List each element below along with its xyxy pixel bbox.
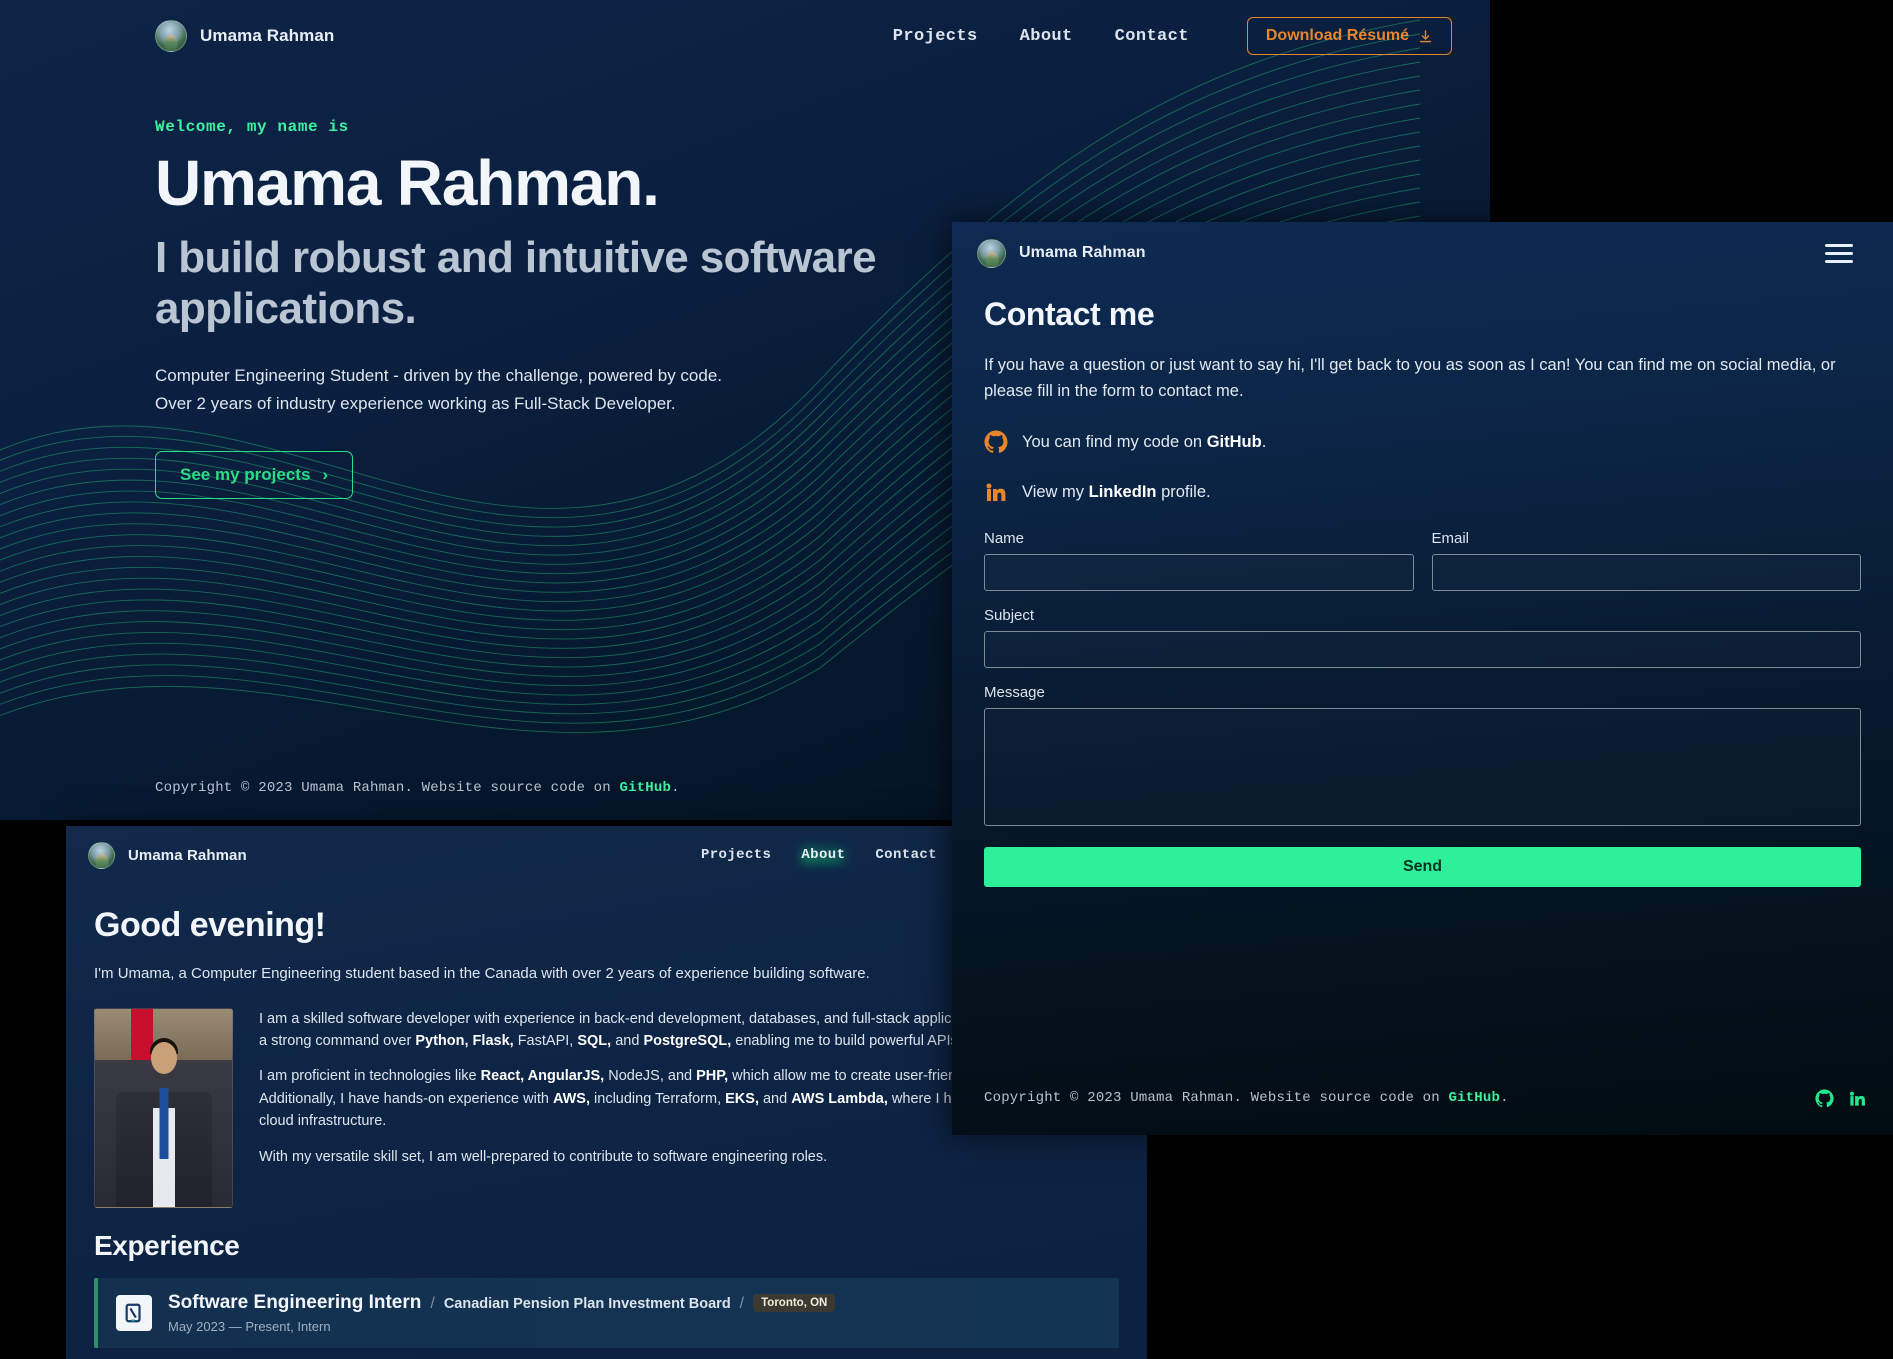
- avatar: [977, 238, 1006, 268]
- contact-footer-social-icons: [1815, 1088, 1867, 1108]
- github-row[interactable]: You can find my code on GitHub.: [984, 430, 1861, 454]
- separator: /: [430, 1294, 435, 1312]
- name-field-group: Name: [984, 530, 1414, 592]
- avatar: [88, 841, 115, 869]
- subject-input[interactable]: [984, 631, 1861, 669]
- name-label: Name: [984, 530, 1025, 548]
- message-field-group: Message: [984, 684, 1861, 831]
- experience-heading: Experience: [94, 1229, 240, 1261]
- download-resume-button[interactable]: Download Résumé: [1246, 17, 1452, 55]
- company-logo-icon: [116, 1294, 152, 1331]
- github-icon: [984, 430, 1008, 454]
- profile-photo: [94, 1007, 233, 1208]
- see-my-projects-label: See my projects: [180, 464, 311, 484]
- hero-name: Umama Rahman.: [155, 147, 660, 219]
- hero-footer-suffix: .: [671, 780, 680, 796]
- chevron-right-icon: ›: [322, 464, 329, 484]
- contact-navbar: Umama Rahman: [952, 222, 1893, 284]
- contact-footer: Copyright © 2023 Umama Rahman. Website s…: [952, 1061, 1893, 1135]
- hero-tagline: I build robust and intuitive software ap…: [155, 233, 877, 333]
- brand-name: Umama Rahman: [128, 846, 247, 864]
- cppib-logo-icon: [125, 1303, 141, 1322]
- hero-description-line2: Over 2 years of industry experience work…: [155, 393, 676, 413]
- brand-name: Umama Rahman: [200, 26, 335, 45]
- nav-link-about[interactable]: About: [801, 847, 845, 863]
- brand-logo-hero[interactable]: Umama Rahman: [155, 20, 334, 52]
- experience-details: Software Engineering Intern / Canadian Pen…: [168, 1291, 836, 1334]
- nav-link-projects[interactable]: Projects: [701, 847, 771, 863]
- brand-name: Umama Rahman: [1019, 244, 1146, 261]
- screen-root: Umama Rahman Projects About Contact Down…: [0, 0, 1893, 1359]
- github-link: GitHub: [1206, 432, 1262, 451]
- contact-footer-github-link[interactable]: GitHub: [1448, 1090, 1500, 1106]
- hero-content: Welcome, my name is Umama Rahman. I buil…: [155, 118, 915, 499]
- subject-label: Subject: [984, 607, 1035, 625]
- send-button[interactable]: Send: [984, 847, 1861, 888]
- nav-link-projects[interactable]: Projects: [893, 27, 978, 46]
- about-paragraph-3: With my versatile skill set, I am well-p…: [259, 1148, 828, 1165]
- linkedin-row-text: View my LinkedIn profile.: [1022, 482, 1211, 501]
- separator: /: [739, 1294, 745, 1312]
- hero-description: Computer Engineering Student - driven by…: [155, 362, 915, 416]
- hero-footer: Copyright © 2023 Umama Rahman. Website s…: [155, 780, 680, 796]
- subject-field-group: Subject: [984, 607, 1861, 669]
- experience-item[interactable]: Software Engineering Intern / Canadian Pen…: [94, 1277, 1119, 1348]
- download-resume-label: Download Résumé: [1265, 27, 1409, 44]
- linkedin-icon: [986, 483, 1006, 502]
- avatar: [155, 20, 187, 52]
- hero-navbar: Umama Rahman Projects About Contact Down…: [0, 0, 1490, 72]
- nav-link-contact[interactable]: Contact: [1115, 27, 1189, 46]
- contact-window: Umama Rahman Contact me If you have a qu…: [952, 222, 1893, 1135]
- experience-meta: May 2023 — Present, Intern: [168, 1318, 331, 1334]
- contact-title: Contact me: [984, 296, 1155, 332]
- message-input[interactable]: [984, 708, 1861, 827]
- linkedin-icon[interactable]: [1848, 1089, 1867, 1108]
- contact-content: Contact me If you have a question or jus…: [952, 284, 1893, 888]
- brand-logo-contact[interactable]: Umama Rahman: [977, 238, 1146, 268]
- github-row-text: You can find my code on GitHub.: [1022, 432, 1267, 451]
- email-input[interactable]: [1431, 554, 1861, 592]
- email-label: Email: [1431, 530, 1470, 548]
- contact-footer-text: Copyright © 2023 Umama Rahman. Website s…: [984, 1090, 1509, 1106]
- linkedin-row[interactable]: View my LinkedIn profile.: [984, 480, 1861, 504]
- download-icon: [1419, 29, 1432, 42]
- experience-company: Canadian Pension Plan Investment Board: [443, 1295, 731, 1312]
- form-row-name-email: Name Email: [984, 530, 1861, 592]
- hero-footer-github-link[interactable]: GitHub: [619, 780, 671, 796]
- hero-eyebrow: Welcome, my name is: [155, 118, 349, 136]
- email-field-group: Email: [1431, 530, 1861, 592]
- message-label: Message: [984, 684, 1045, 702]
- see-my-projects-button[interactable]: See my projects ›: [155, 450, 354, 499]
- hamburger-menu-icon[interactable]: [1825, 239, 1853, 268]
- experience-location-badge: Toronto, ON: [753, 1294, 836, 1313]
- contact-paragraph: If you have a question or just want to s…: [984, 356, 1836, 400]
- nav-link-contact[interactable]: Contact: [875, 847, 937, 863]
- name-input[interactable]: [984, 554, 1414, 592]
- experience-header: Software Engineering Intern / Canadian Pen…: [168, 1291, 836, 1314]
- hero-footer-prefix: Copyright © 2023 Umama Rahman. Website s…: [155, 780, 620, 796]
- experience-role: Software Engineering Intern: [168, 1291, 422, 1313]
- hero-description-line1: Computer Engineering Student - driven by…: [155, 366, 723, 386]
- brand-logo-about[interactable]: Umama Rahman: [88, 841, 247, 869]
- linkedin-link: LinkedIn: [1088, 482, 1157, 501]
- github-icon[interactable]: [1815, 1088, 1834, 1108]
- nav-link-about[interactable]: About: [1020, 27, 1073, 46]
- hero-nav-links: Projects About Contact Download Résumé: [893, 17, 1452, 55]
